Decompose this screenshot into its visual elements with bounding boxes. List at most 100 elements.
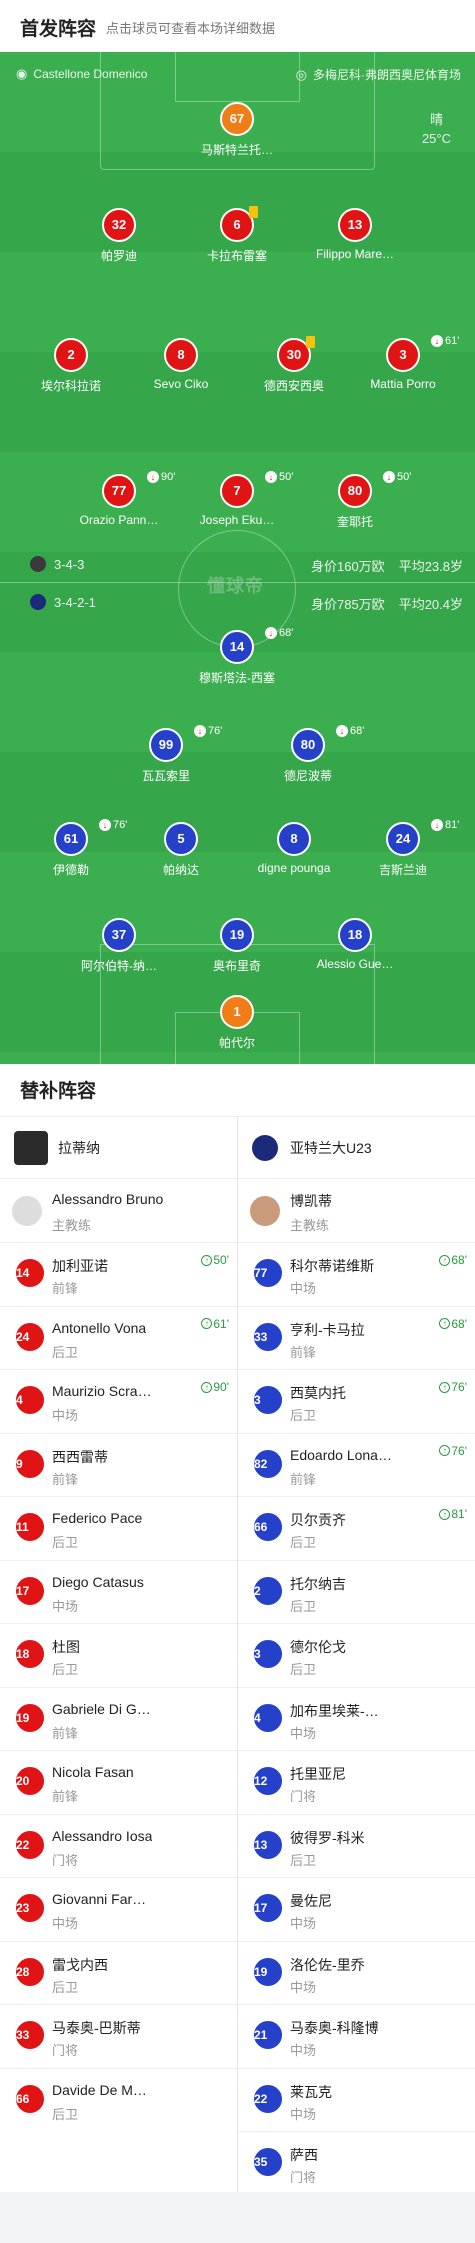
sub-player-row[interactable]: 18 杜图 后卫: [0, 1623, 237, 1687]
player-away-24[interactable]: 24 ↓ 81' 吉斯兰迪: [338, 819, 468, 878]
player-name: Federico Pace: [52, 1510, 143, 1526]
sub-player-row[interactable]: 4 Maurizio Scra… 中场 ↑ 90': [0, 1369, 237, 1433]
sub-off-icon: ↓: [265, 471, 277, 483]
sub-player-row[interactable]: 4 加布里埃莱-… 中场: [238, 1686, 475, 1751]
sub-player-row[interactable]: 13 彼得罗-科米 后卫: [238, 1813, 475, 1878]
player-name: Nicola Fasan: [52, 1764, 134, 1780]
shirt-number: 4: [252, 1701, 284, 1734]
away-team-row[interactable]: 亚特兰大U23: [238, 1116, 475, 1178]
away-venue: ◎ 多梅尼科·弗朗西奥尼体育场: [295, 66, 461, 83]
sub-player-row[interactable]: 82 Edoardo Lona… 前锋 ↑ 76': [238, 1432, 475, 1497]
sub-on-icon: ↑: [201, 1318, 213, 1329]
sub-player-row[interactable]: 9 西西雷蒂 前锋: [0, 1432, 237, 1497]
substitution-out: ↓ 68': [265, 627, 293, 639]
sub-player-row[interactable]: 14 加利亚诺 前锋 ↑ 50': [0, 1242, 237, 1306]
player-position: 后卫: [290, 1535, 317, 1550]
player-away-18[interactable]: 18 Alessio Gue…: [290, 918, 420, 971]
player-name: 西莫内托: [290, 1385, 346, 1401]
coach-avatar-icon: [12, 1196, 42, 1226]
player-name: 雷戈内西: [52, 1956, 108, 1973]
sub-player-row[interactable]: 3 西莫内托 后卫 ↑ 76': [238, 1369, 475, 1433]
coach-role: 主教练: [290, 1218, 330, 1233]
player-away-19[interactable]: 19 奥布里奇: [172, 918, 302, 974]
shirt-number: 20: [14, 1765, 46, 1797]
player-home-67[interactable]: 67 马斯特兰托…: [172, 102, 302, 158]
player-home-7[interactable]: 7 ↓ 50' Joseph Eku…: [172, 471, 302, 527]
player-position: 中场: [290, 1281, 317, 1296]
shirt-number: 19: [252, 1955, 284, 1988]
sub-player-row[interactable]: 19 Gabriele Di G… 前锋: [0, 1686, 237, 1751]
sub-on-icon: ↑: [439, 1381, 451, 1393]
home-coach-row[interactable]: Alessandro Bruno 主教练: [0, 1178, 237, 1242]
sub-player-row[interactable]: 20 Nicola Fasan 前锋: [0, 1750, 237, 1814]
player-away-80[interactable]: 80 ↓ 68' 德尼波蒂: [243, 725, 373, 784]
player-home-13[interactable]: 13 Filippo Mare…: [290, 208, 420, 261]
substitutes-section: 替补阵容 拉蒂纳 Alessandro Bruno 主教练 14 加利亚诺 前锋 ↑ 5…: [0, 1064, 475, 2192]
sub-off-icon: ↓: [431, 819, 443, 831]
sub-player-row[interactable]: 3 德尔伦戈 后卫: [238, 1623, 475, 1687]
sub-off-icon: ↓: [265, 627, 277, 639]
player-home-77[interactable]: 77 ↓ 90' Orazio Pann…: [54, 471, 184, 527]
player-away-37[interactable]: 37 阿尔伯特-纳…: [54, 918, 184, 974]
home-team-logo-icon: [14, 1130, 48, 1165]
shirt-number: 33: [252, 1320, 284, 1353]
shirt-number: 19: [14, 1701, 46, 1734]
sub-player-row[interactable]: 33 马泰奥-巴斯蒂 门将: [0, 2004, 237, 2068]
substitution-out: ↓ 76': [194, 725, 222, 737]
section-subtitle: 点击球员可查看本场详细数据: [106, 21, 276, 36]
substitution-out: ↓ 50': [383, 471, 411, 483]
player-position: 后卫: [52, 1662, 79, 1677]
player-home-8[interactable]: 8 Sevo Ciko: [116, 338, 246, 391]
sub-player-row[interactable]: 66 Davide De M… 后卫: [0, 2067, 237, 2132]
shirt-number: 66: [252, 1511, 284, 1543]
player-position: 中场: [290, 2106, 317, 2122]
substitution-out: ↓ 61': [431, 335, 459, 347]
sub-off-icon: ↓: [99, 819, 111, 831]
sub-player-row[interactable]: 66 贝尔贡齐 后卫 ↑ 81': [238, 1496, 475, 1560]
shirt-number: 12: [252, 1765, 284, 1797]
sub-in-time: ↑ 81': [439, 1507, 467, 1521]
player-home-3[interactable]: 3 ↓ 61' Mattia Porro: [338, 335, 468, 391]
sub-player-row[interactable]: 22 Alessandro Iosa 门将: [0, 1813, 237, 1878]
shirt-number: 2: [252, 1574, 284, 1607]
sub-player-row[interactable]: 28 雷戈内西 后卫: [0, 1940, 237, 2005]
sub-player-row[interactable]: 24 Antonello Vona 后卫 ↑ 61': [0, 1305, 237, 1370]
sub-player-row[interactable]: 17 曼佐尼 中场: [238, 1877, 475, 1941]
player-position: 后卫: [52, 1979, 79, 1995]
sub-player-row[interactable]: 2 托尔纳吉 后卫: [238, 1559, 475, 1624]
player-position: 后卫: [290, 1598, 317, 1614]
player-away-14[interactable]: 14 ↓ 68' 穆斯塔法-西塞: [172, 627, 302, 686]
sub-player-row[interactable]: 23 Giovanni Far… 中场: [0, 1877, 237, 1941]
sub-player-row[interactable]: 19 洛伦佐-里乔 中场: [238, 1940, 475, 2005]
player-position: 前锋: [52, 1725, 79, 1741]
sub-player-row[interactable]: 33 亨利-卡马拉 前锋 ↑ 68': [238, 1305, 475, 1370]
player-away-1[interactable]: 1 帕代尔: [172, 995, 302, 1051]
player-name: Edoardo Lona…: [290, 1446, 392, 1463]
sub-player-row[interactable]: 11 Federico Pace 后卫: [0, 1496, 237, 1560]
sub-player-row[interactable]: 12 托里亚尼 门将: [238, 1750, 475, 1814]
player-name: 莱瓦克: [290, 2083, 332, 2100]
player-away-99[interactable]: 99 ↓ 76' 瓦瓦索里: [101, 725, 231, 784]
player-position: 前锋: [290, 1344, 317, 1360]
away-subs-column: 亚特兰大U23 博凯蒂 主教练 77 科尔蒂诺维斯 中场 ↑ 68' 33 亨利-卡马拉 前锋…: [238, 1116, 475, 2195]
weather-info: 晴 25°C: [422, 110, 451, 148]
player-home-80[interactable]: 80 ↓ 50' 奎耶托: [290, 471, 420, 530]
shirt-number: 21: [252, 2019, 284, 2051]
sub-off-icon: ↓: [383, 471, 395, 483]
shirt-number: 33: [14, 2019, 46, 2051]
lineup-header: 首发阵容 点击球员可查看本场详细数据: [0, 0, 475, 52]
sub-player-row[interactable]: 77 科尔蒂诺维斯 中场 ↑ 68': [238, 1242, 475, 1306]
home-team-row[interactable]: 拉蒂纳: [0, 1116, 237, 1178]
player-away-5[interactable]: 5 帕纳达: [116, 822, 246, 878]
sub-player-row[interactable]: 17 Diego Catasus 中场: [0, 1559, 237, 1624]
sub-player-row[interactable]: 35 萨西 门将: [238, 2131, 475, 2195]
player-position: 前锋: [52, 1471, 79, 1487]
player-name: 杜图: [52, 1639, 80, 1655]
sub-player-row[interactable]: 22 莱瓦克 中场: [238, 2067, 475, 2132]
sub-player-row[interactable]: 21 马泰奥-科隆博 中场: [238, 2004, 475, 2068]
shirt-number: 3: [252, 1384, 284, 1416]
player-home-32[interactable]: 32 帕罗迪: [54, 208, 184, 264]
player-home-6[interactable]: 6 卡拉布雷塞: [172, 206, 302, 264]
player-name: Antonello Vona: [52, 1319, 147, 1336]
away-coach-row[interactable]: 博凯蒂 主教练: [238, 1178, 475, 1242]
